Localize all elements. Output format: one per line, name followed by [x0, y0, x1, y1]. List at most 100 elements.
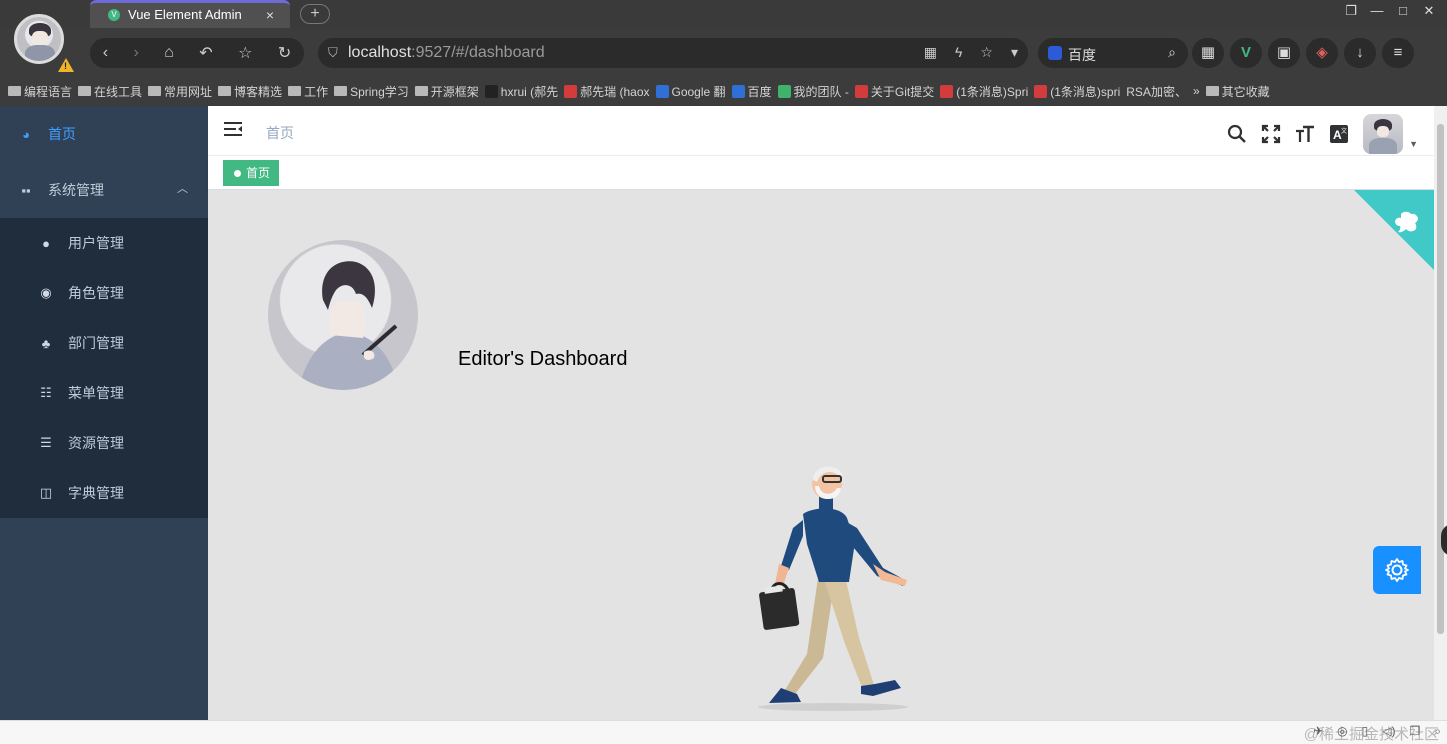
- sidebar-item-users[interactable]: ● 用户管理: [0, 218, 208, 268]
- browser-profile-avatar[interactable]: [14, 14, 64, 64]
- page-scrollbar[interactable]: [1434, 106, 1447, 720]
- qr-code-icon[interactable]: ▦: [924, 44, 937, 61]
- sidebar-item-home[interactable]: ◕ 首页: [0, 106, 208, 162]
- search-icon[interactable]: [1227, 124, 1247, 144]
- bookmark-label: 工作: [304, 84, 329, 99]
- baidu-icon: [1048, 46, 1062, 60]
- apps-icon[interactable]: ▦: [1192, 38, 1224, 68]
- extension-icon[interactable]: ▣: [1268, 38, 1300, 68]
- bookmark-label: 开源框架: [430, 84, 479, 99]
- address-bar[interactable]: ⛉ localhost:9527/#/dashboard ▦ ϟ ☆ ▾: [318, 38, 1028, 68]
- download-icon[interactable]: ↓: [1344, 38, 1376, 68]
- tag-dot-icon: [234, 169, 241, 177]
- bookmark-item[interactable]: (1条消息)spri: [1034, 83, 1120, 100]
- sidebar-item-dictionary[interactable]: ◫ 字典管理: [0, 468, 208, 518]
- skin-icon[interactable]: ❐: [1343, 0, 1359, 24]
- hamburger-icon[interactable]: [224, 121, 242, 137]
- folder-icon: [218, 86, 232, 96]
- sidebar-item-menus[interactable]: ☷ 菜单管理: [0, 368, 208, 418]
- bookmark-item[interactable]: 博客精选: [218, 83, 282, 100]
- avatar[interactable]: [1363, 114, 1404, 154]
- sidebar: ◕ 首页 ▪▪ 系统管理 ︿ ● 用户管理 ◉ 角色管理 ♣ 部门管理 ☷ 菜单…: [0, 106, 208, 720]
- breadcrumb[interactable]: 首页: [266, 123, 294, 143]
- close-tab-icon[interactable]: ×: [266, 7, 274, 23]
- dropdown-icon[interactable]: ▾: [1011, 44, 1018, 61]
- language-icon[interactable]: A文: [1329, 124, 1349, 144]
- sidebar-item-label: 菜单管理: [68, 385, 124, 401]
- game-icon[interactable]: ◈: [1306, 38, 1338, 68]
- sidebar-item-roles[interactable]: ◉ 角色管理: [0, 268, 208, 318]
- list-icon: ☰: [40, 435, 52, 450]
- settings-button[interactable]: [1373, 546, 1421, 594]
- main-container: 首页 A文 ▼ 首页 Editor's Dashboard: [208, 106, 1434, 720]
- bookmark-item[interactable]: 编程语言: [8, 83, 72, 100]
- bookmark-item[interactable]: 百度: [731, 83, 772, 100]
- walking-man-illustration: [758, 466, 908, 711]
- url-text[interactable]: localhost:9527/#/dashboard: [348, 44, 545, 62]
- folder-icon: [8, 86, 21, 96]
- bookmark-item[interactable]: Google 翻: [655, 83, 726, 100]
- dashboard-title: Editor's Dashboard: [458, 348, 628, 370]
- bookmark-item[interactable]: 常用网址: [148, 83, 212, 100]
- scrollbar-thumb[interactable]: [1437, 124, 1444, 634]
- folder-icon: [78, 86, 92, 96]
- site-favicon-icon: [854, 84, 868, 98]
- bookmark-item[interactable]: 工作: [288, 83, 328, 100]
- dashboard-icon: ◕: [22, 126, 30, 142]
- bookmark-item[interactable]: hxrui (郝先: [484, 83, 558, 100]
- sidebar-item-label: 部门管理: [68, 335, 124, 351]
- bookmark-label: Spring学习: [350, 84, 409, 99]
- bookmark-item[interactable]: 郝先瑞 (haox: [564, 83, 650, 100]
- education-icon: ◫: [39, 485, 53, 500]
- sidebar-item-label: 用户管理: [68, 235, 124, 251]
- vue-devtools-icon[interactable]: V: [1230, 38, 1262, 68]
- bookmark-item[interactable]: RSA加密、: [1126, 83, 1187, 100]
- fullscreen-icon[interactable]: [1261, 124, 1281, 144]
- bookmark-item[interactable]: 我的团队 -: [777, 83, 849, 100]
- site-favicon-icon: [940, 84, 954, 98]
- bookmark-star-icon[interactable]: ☆: [980, 44, 993, 61]
- site-favicon-icon: [731, 84, 745, 98]
- bookmark-item[interactable]: (1条消息)Spri: [940, 83, 1028, 100]
- sidebar-item-resources[interactable]: ☰ 资源管理: [0, 418, 208, 468]
- bookmark-item[interactable]: »: [1193, 84, 1200, 98]
- sidebar-item-system[interactable]: ▪▪ 系统管理 ︿: [0, 162, 208, 218]
- maximize-button[interactable]: □: [1395, 0, 1411, 24]
- dashboard-avatar: [268, 240, 418, 390]
- lightning-icon[interactable]: ϟ: [955, 44, 962, 61]
- tag-home[interactable]: 首页: [223, 160, 280, 186]
- search-icon[interactable]: ⌕: [1168, 44, 1176, 61]
- site-favicon-icon: [484, 84, 498, 98]
- minimize-button[interactable]: —: [1369, 0, 1385, 24]
- new-tab-button[interactable]: +: [300, 4, 330, 24]
- reload-icon[interactable]: ↻: [278, 43, 291, 63]
- font-size-icon[interactable]: [1295, 124, 1315, 144]
- bookmark-item[interactable]: 开源框架: [414, 83, 479, 100]
- undo-close-icon[interactable]: ↶: [199, 43, 212, 63]
- site-favicon-icon: [564, 84, 578, 98]
- grid-icon: ▪▪: [21, 182, 31, 198]
- gear-icon: [1385, 558, 1409, 582]
- caret-down-icon[interactable]: ▼: [1409, 139, 1418, 149]
- navbar-right-menu: A文 ▼: [1227, 114, 1418, 154]
- bookmark-item[interactable]: 其它收藏: [1205, 83, 1270, 100]
- home-icon[interactable]: ⌂: [164, 44, 174, 62]
- vue-favicon-icon: V: [108, 9, 120, 21]
- back-icon[interactable]: ‹: [103, 44, 108, 62]
- close-window-button[interactable]: ✕: [1421, 0, 1437, 24]
- site-favicon-icon: [1034, 84, 1048, 98]
- bookmark-label: 其它收藏: [1221, 84, 1270, 99]
- bookmark-item[interactable]: 在线工具: [78, 83, 142, 100]
- star-icon[interactable]: ☆: [238, 43, 252, 63]
- bookmark-item[interactable]: Spring学习: [334, 83, 409, 100]
- github-corner-icon[interactable]: [1354, 190, 1434, 270]
- menu-icon[interactable]: ≡: [1382, 38, 1414, 68]
- forward-icon[interactable]: ›: [133, 44, 138, 62]
- browser-tab[interactable]: V Vue Element Admin ×: [90, 0, 290, 28]
- sidebar-item-departments[interactable]: ♣ 部门管理: [0, 318, 208, 368]
- bookmark-item[interactable]: 关于Git提交: [854, 83, 935, 100]
- search-engine-box[interactable]: 百度 ⌕: [1038, 38, 1188, 68]
- shield-icon: ⛉: [328, 45, 338, 60]
- navigation-buttons: ‹ › ⌂ ↶ ☆ ↻: [90, 38, 304, 68]
- bookmark-label: 关于Git提交: [870, 84, 935, 99]
